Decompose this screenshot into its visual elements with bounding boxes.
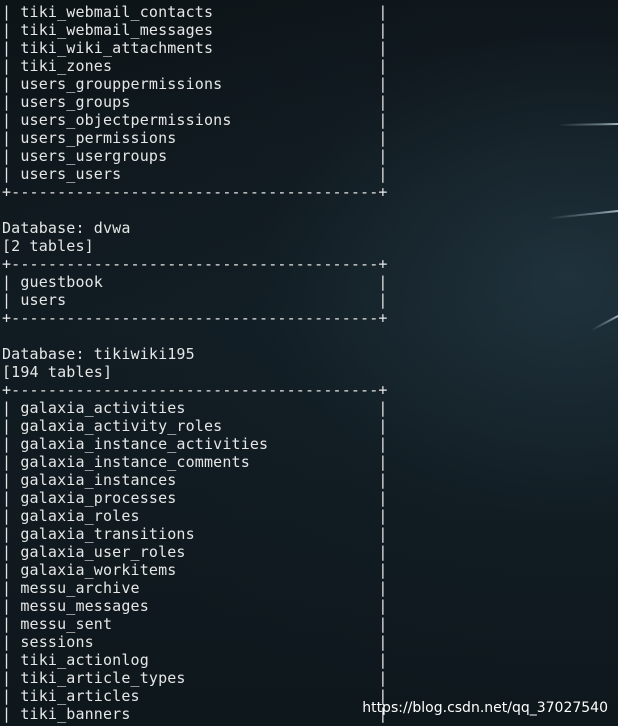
table-count: [2 tables] xyxy=(2,237,94,255)
table-border: +---------------------------------------… xyxy=(2,309,388,327)
table-border: +---------------------------------------… xyxy=(2,255,388,273)
background-light-streak xyxy=(591,315,618,331)
table-row: | galaxia_activities | xyxy=(2,399,388,417)
table-row: | users_permissions | xyxy=(2,129,388,147)
table-row: | galaxia_user_roles | xyxy=(2,543,388,561)
table-row: | users_grouppermissions | xyxy=(2,75,388,93)
table-border: +---------------------------------------… xyxy=(2,183,388,201)
table-row: | tiki_webmail_messages | xyxy=(2,21,388,39)
database-header: Database: dvwa xyxy=(2,219,131,237)
table-row: | tiki_zones | xyxy=(2,57,388,75)
terminal-output: | tiki_webmail_contacts | | tiki_webmail… xyxy=(2,3,388,723)
table-row: | galaxia_transitions | xyxy=(2,525,388,543)
table-row: | messu_archive | xyxy=(2,579,388,597)
table-row: | messu_sent | xyxy=(2,615,388,633)
table-row: | galaxia_instance_activities | xyxy=(2,435,388,453)
table-row: | galaxia_instance_comments | xyxy=(2,453,388,471)
table-row: | users | xyxy=(2,291,388,309)
table-row: | galaxia_activity_roles | xyxy=(2,417,388,435)
terminal-window[interactable]: | tiki_webmail_contacts | | tiki_webmail… xyxy=(0,0,618,726)
table-row: | sessions | xyxy=(2,633,388,651)
table-row: | users_groups | xyxy=(2,93,388,111)
table-row: | users_objectpermissions | xyxy=(2,111,388,129)
table-row: | tiki_articles | xyxy=(2,687,388,705)
table-row: | guestbook | xyxy=(2,273,388,291)
table-count: [194 tables] xyxy=(2,363,113,381)
table-row: | tiki_wiki_attachments | xyxy=(2,39,388,57)
table-row: | tiki_banners | xyxy=(2,705,388,723)
table-row: | messu_messages | xyxy=(2,597,388,615)
table-row: | galaxia_instances | xyxy=(2,471,388,489)
database-header: Database: tikiwiki195 xyxy=(2,345,195,363)
table-row: | tiki_article_types | xyxy=(2,669,388,687)
table-row: | users_usergroups | xyxy=(2,147,388,165)
table-row: | galaxia_processes | xyxy=(2,489,388,507)
background-light-streak xyxy=(548,210,618,220)
table-border: +---------------------------------------… xyxy=(2,381,388,399)
table-row: | tiki_actionlog | xyxy=(2,651,388,669)
background-light-streak xyxy=(557,123,618,127)
table-row: | galaxia_workitems | xyxy=(2,561,388,579)
table-row: | users_users | xyxy=(2,165,388,183)
table-row: | tiki_webmail_contacts | xyxy=(2,3,388,21)
watermark-text: https://blog.csdn.net/qq_37027540 xyxy=(362,700,608,716)
table-row: | galaxia_roles | xyxy=(2,507,388,525)
